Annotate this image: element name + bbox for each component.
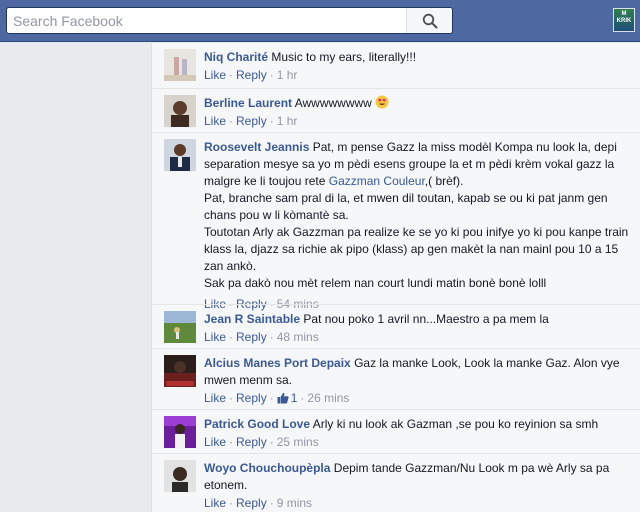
avatar[interactable] (164, 95, 196, 127)
comment-time[interactable]: 26 mins (307, 391, 349, 405)
comment-author[interactable]: Woyo Chouchoupèpla (204, 461, 330, 475)
comment-author[interactable]: Niq Charité (204, 50, 268, 64)
separator: · (300, 391, 305, 405)
comment-text: Arly ki nu look ak Gazman ,se pou ko rey… (312, 417, 599, 431)
comment-time[interactable]: 48 mins (277, 330, 319, 344)
comment-item: Berline Laurent Awwwwwwww Like · Reply · 1 h… (152, 88, 640, 132)
avatar[interactable] (164, 460, 196, 492)
comment-time[interactable]: 25 mins (277, 435, 319, 449)
comment-text: Pat nou poko 1 avril nn...Maestro a pa m… (303, 312, 549, 326)
thumbs-up-icon (277, 392, 289, 404)
avatar[interactable] (164, 49, 196, 81)
reply-link[interactable]: Reply (236, 68, 267, 82)
heart-eyes-emoji-icon (375, 95, 389, 109)
comment-item: Alcius Manes Port Depaix Gaz la manke Lo… (152, 348, 640, 409)
comment-author[interactable]: Berline Laurent (204, 96, 292, 110)
separator: · (229, 114, 234, 128)
separator: · (229, 68, 234, 82)
comment-author[interactable]: Roosevelt Jeannis (204, 140, 309, 154)
left-panel (0, 43, 151, 512)
comment-author[interactable]: Jean R Saintable (204, 312, 300, 326)
search-icon (422, 13, 437, 28)
reply-link[interactable]: Reply (236, 391, 267, 405)
like-link[interactable]: Like (204, 496, 226, 510)
comment-paragraph: Pat, branche sam pral di la, et mwen dil… (204, 191, 608, 222)
separator: · (229, 330, 234, 344)
comment-item: Woyo Chouchoupèpla Depim tande Gazzman/N… (152, 453, 640, 512)
separator: · (269, 68, 274, 82)
search-button[interactable] (406, 8, 452, 33)
separator: · (269, 435, 274, 449)
comment-time[interactable]: 1 hr (277, 68, 298, 82)
avatar[interactable] (164, 311, 196, 343)
comment-text: Awwwwwwww (294, 96, 372, 110)
like-link[interactable]: Like (204, 114, 226, 128)
comment-item: Roosevelt Jeannis Pat, m pense Gazz la m… (152, 132, 640, 311)
separator: · (269, 330, 274, 344)
app-icon-line2: KRIK (616, 18, 632, 24)
comment-author[interactable]: Alcius Manes Port Depaix (204, 356, 351, 370)
separator: · (269, 496, 274, 510)
comment-author[interactable]: Patrick Good Love (204, 417, 310, 431)
comment-item: Jean R Saintable Pat nou poko 1 avril nn… (152, 304, 640, 348)
comment-text: ,( brèf). (424, 174, 464, 188)
reply-link[interactable]: Reply (236, 330, 267, 344)
comment-item: Niq Charité Music to my ears, literally!… (152, 43, 640, 88)
reply-link[interactable]: Reply (236, 496, 267, 510)
comment-item: Patrick Good Love Arly ki nu look ak Gaz… (152, 409, 640, 453)
search-box (6, 7, 453, 34)
separator: · (229, 435, 234, 449)
like-link[interactable]: Like (204, 435, 226, 449)
top-bar: M KRIK (0, 0, 640, 42)
avatar[interactable] (164, 416, 196, 448)
comment-time[interactable]: 1 hr (277, 114, 298, 128)
separator: · (269, 114, 274, 128)
separator: · (229, 496, 234, 510)
reply-link[interactable]: Reply (236, 114, 267, 128)
comment-time[interactable]: 9 mins (277, 496, 312, 510)
avatar[interactable] (164, 139, 196, 171)
separator: · (229, 391, 234, 405)
like-link[interactable]: Like (204, 391, 226, 405)
mention-link[interactable]: Gazzman Couleur (329, 174, 425, 188)
app-icon-line1: M (621, 11, 627, 17)
comment-paragraph: Toutotan Arly ak Gazzman pa realize ke s… (204, 225, 629, 273)
search-input[interactable] (7, 8, 407, 33)
separator: · (269, 391, 274, 405)
reply-link[interactable]: Reply (236, 435, 267, 449)
avatar[interactable] (164, 355, 196, 387)
app-icon[interactable]: M KRIK (613, 8, 635, 32)
comment-paragraph: Sak pa dakò nou mèt relem nan court lund… (204, 276, 547, 290)
comment-text: Music to my ears, literally!!! (271, 50, 417, 64)
comments-list: Niq Charité Music to my ears, literally!… (151, 43, 640, 512)
like-link[interactable]: Like (204, 68, 226, 82)
like-link[interactable]: Like (204, 330, 226, 344)
